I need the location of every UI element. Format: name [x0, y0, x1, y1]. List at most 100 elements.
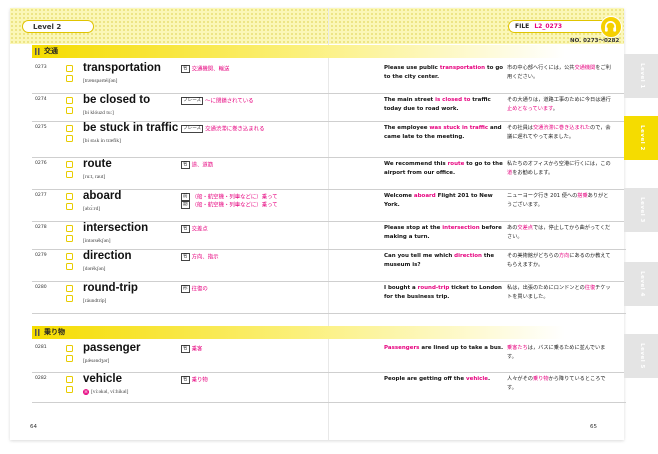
part-of-speech-badge: 形: [181, 285, 190, 293]
meaning-line: フレーズ 交通渋滞に巻き込まれる: [181, 125, 264, 133]
checkbox-2[interactable]: [66, 203, 73, 210]
checkbox-2[interactable]: [66, 355, 73, 362]
checkbox-1[interactable]: [66, 345, 73, 352]
file-label: FILE L2_0273: [508, 20, 608, 33]
example-segment: Passengers: [384, 345, 420, 351]
checkbox-2[interactable]: [66, 295, 73, 302]
tab-label: Level 4: [639, 271, 645, 297]
meaning: フレーズ 〜に閉鎖されている: [181, 97, 254, 105]
tab-level-2[interactable]: Level 2: [624, 116, 658, 160]
file-label-text: FILE: [515, 23, 530, 30]
example-segment: aboard: [413, 193, 436, 199]
checkbox-1[interactable]: [66, 97, 73, 104]
page-number-right: 65: [590, 424, 597, 430]
translation-segment: 乗客たち: [507, 345, 528, 351]
entry-number: 0280: [35, 285, 47, 290]
part-of-speech-badge: 副: [181, 201, 190, 209]
section-title: 交通: [44, 47, 58, 55]
checkbox-2[interactable]: [66, 235, 73, 242]
part-of-speech-badge: 名: [181, 65, 190, 73]
tab-label: Level 5: [639, 343, 645, 369]
translation-segment: 私は，出張のためにロンドンとの: [507, 285, 585, 291]
example-translation: 乗客たちは，バスに乗るために並んでいます。: [507, 344, 613, 361]
example-segment: Please use public: [384, 65, 440, 71]
checkbox-2[interactable]: [66, 107, 73, 114]
us-mark-icon: 米: [83, 389, 89, 395]
pronunciation-text: [ráundtríp]: [83, 298, 107, 304]
checkbox-2[interactable]: [66, 135, 73, 142]
example-translation: その社員は交通渋滞に巻き込まれたので，会議に遅れてやって来ました。: [507, 124, 613, 141]
meaning-line: 前（船・航空機・列車などに）乗って: [181, 193, 278, 201]
checkbox-2[interactable]: [66, 171, 73, 178]
checkbox-1[interactable]: [66, 125, 73, 132]
example-segment: .: [488, 376, 491, 382]
checkbox-1[interactable]: [66, 285, 73, 292]
translation-segment: 私たちのオフィスから空港に行くには，この: [507, 161, 611, 167]
section-header-vehicles: 乗り物: [32, 326, 624, 339]
tab-level-5[interactable]: Level 5: [624, 334, 658, 378]
example-translation: 私たちのオフィスから空港に行くには，この道をお勧めします。: [507, 160, 613, 177]
checkbox-2[interactable]: [66, 75, 73, 82]
vocab-entry-row: 0275 be stuck in traffic [bi stʌk in trӕfi…: [32, 121, 626, 158]
checkbox-1[interactable]: [66, 225, 73, 232]
checkbox-1[interactable]: [66, 253, 73, 260]
meaning-text: 交差点: [191, 226, 208, 233]
tab-level-4[interactable]: Level 4: [624, 262, 658, 306]
example-segment: vehicle: [466, 376, 488, 382]
example-translation: ニューヨーク行き 201 便への搭乗ありがとうございます。: [507, 192, 613, 209]
pronunciation-text: [dərékʃən]: [83, 266, 106, 272]
checkbox-2[interactable]: [66, 386, 73, 393]
checkbox-2[interactable]: [66, 263, 73, 270]
tab-level-1[interactable]: Level 1: [624, 54, 658, 98]
part-of-speech-badge: フレーズ: [181, 125, 204, 133]
example-segment: direction: [454, 253, 482, 259]
translation-segment: 人々がその: [507, 376, 533, 382]
tab-label: Level 3: [639, 197, 645, 223]
vocab-entry-row: 0282 vehicle 米 [ví:əkəl, ví:hikəl] 名乗り物 Peopl…: [32, 372, 626, 403]
meaning-text: 往復の: [191, 286, 208, 293]
tab-level-3[interactable]: Level 3: [624, 188, 658, 232]
meaning: 名道、道筋: [181, 161, 213, 169]
headword: passenger: [83, 342, 141, 354]
example-sentence: Passengers are lined up to take a bus.: [384, 344, 509, 353]
translation-segment: 交通機関: [574, 65, 596, 71]
example-translation: その美術館がどちらの方向にあるのか教えてもらえますか。: [507, 252, 613, 269]
checkbox-1[interactable]: [66, 65, 73, 72]
vocab-entry-row: 0281 passenger [pǽsəndʒər] 名乗客 Passengers ar…: [32, 341, 626, 373]
example-segment: round-trip: [417, 285, 450, 291]
translation-segment: あの: [507, 225, 518, 231]
example-sentence: Can you tell me which direction the muse…: [384, 252, 509, 270]
section-marker-icon: [35, 48, 41, 55]
translation-segment: 止めとなっています: [507, 105, 553, 112]
pronunciation-text: [bi stʌk in trӕfik]: [83, 138, 121, 144]
part-of-speech-badge: 名: [181, 376, 190, 384]
vocab-entry-row: 0280 round-trip [ráundtríp] 形往復の I bought a …: [32, 281, 626, 314]
translation-segment: 市の中心部へ行くには，公共: [507, 65, 575, 71]
entry-number: 0281: [35, 345, 47, 350]
translation-segment: 。: [552, 105, 558, 112]
example-sentence: Please stop at the intersection before m…: [384, 224, 509, 242]
checkbox-1[interactable]: [66, 161, 73, 168]
headword: route: [83, 158, 112, 170]
example-sentence: People are getting off the vehicle.: [384, 375, 509, 384]
example-translation: 私は，出張のためにロンドンとの往復チケットを買いました。: [507, 284, 613, 301]
part-of-speech-badge: 名: [181, 225, 190, 233]
translation-segment: その社員は: [507, 125, 533, 131]
headword: be stuck in traffic: [83, 122, 179, 134]
part-of-speech-badge: 名: [181, 253, 190, 261]
checkbox-1[interactable]: [66, 193, 73, 200]
checkbox-1[interactable]: [66, 376, 73, 383]
meaning: 名乗客: [181, 345, 202, 353]
section-header-traffic: 交通: [32, 45, 624, 58]
pronunciation-text: [intərsékʃən]: [83, 238, 111, 244]
translation-segment: 方向: [558, 253, 570, 259]
page-number-left: 64: [30, 424, 37, 430]
example-segment: Welcome: [384, 193, 414, 199]
pronunciation: [pǽsəndʒər]: [83, 358, 109, 364]
meaning-text: 乗り物: [191, 377, 208, 384]
entry-range: NO. 0273〜0282: [570, 38, 620, 44]
example-segment: route: [447, 161, 465, 167]
meaning: フレーズ 交通渋滞に巻き込まれる: [181, 125, 264, 133]
headword: vehicle: [83, 373, 122, 385]
meaning: 前（船・航空機・列車などに）乗って副（船・航空機・列車などに）乗って: [181, 193, 278, 210]
